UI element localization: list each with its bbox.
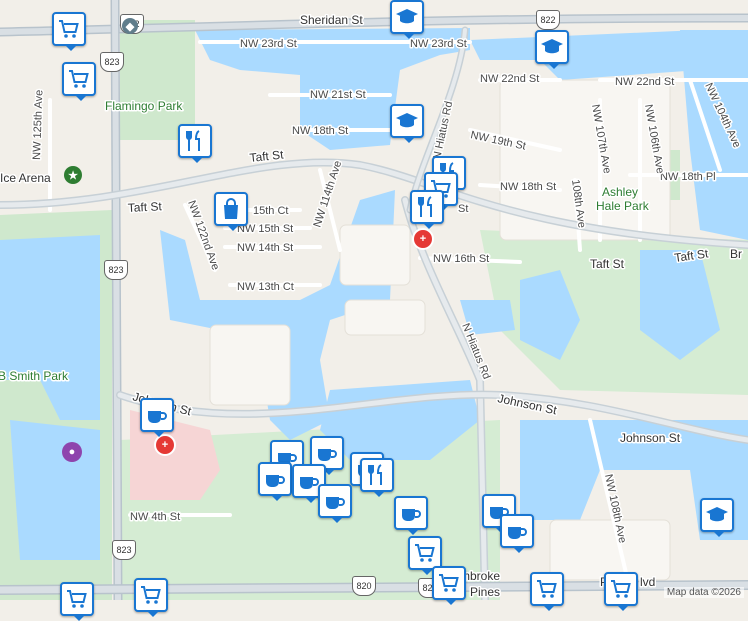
grocery-pin-3[interactable] [408, 536, 442, 575]
label-taft-right1: Taft St [590, 257, 625, 271]
label-ashley: Ashley [602, 185, 638, 199]
school-icon [706, 507, 728, 522]
coffee-icon [326, 497, 345, 509]
coffee-icon [402, 509, 421, 521]
ice-arena-marker-icon[interactable]: ★ [64, 166, 82, 184]
school-pin-2[interactable] [390, 104, 424, 143]
place-marker-icon[interactable]: ● [62, 442, 82, 462]
coffee-icon [508, 527, 527, 539]
school-pin[interactable] [535, 30, 569, 69]
label-nw23: NW 23rd St [240, 38, 297, 50]
label-nw16: NW 16th St [433, 253, 489, 265]
school-marker-icon[interactable]: ◆ [122, 18, 138, 34]
map-canvas[interactable]: Sheridan St NW 23rd St NW 23rd St NW 22n… [0, 0, 748, 600]
label-nw14: NW 14th St [237, 242, 293, 254]
label-hale-park: Hale Park [596, 199, 650, 213]
label-hiatus-st: St [458, 203, 468, 215]
label-ice-arena: Ice Arena [0, 171, 51, 185]
school-pin-3[interactable] [700, 498, 734, 537]
school-pin-top[interactable] [390, 0, 424, 39]
restaurant-icon [186, 130, 200, 151]
label-br: Br [730, 247, 742, 261]
cart-icon [141, 586, 161, 604]
grocery-pin-6[interactable] [604, 572, 638, 611]
coffee-pin-5[interactable] [318, 484, 352, 523]
restaurant-icon [368, 464, 382, 485]
label-nw18-left: NW 18th St [292, 125, 348, 137]
coffee-icon [148, 411, 167, 423]
route-shield-823-bottom: 823 [112, 540, 136, 560]
label-nw4: NW 4th St [130, 511, 180, 523]
school-icon [541, 39, 563, 54]
route-shield-823-top: 823 [100, 52, 124, 72]
hospital-marker-icon-2[interactable]: + [154, 434, 176, 456]
label-pines-bottom: Pines [470, 585, 500, 599]
cart-icon [537, 580, 557, 598]
label-blvd: lvd [640, 575, 655, 589]
label-nw22-right: NW 22nd St [615, 76, 674, 88]
grocery-pin-7[interactable] [134, 578, 168, 617]
cart-icon [67, 590, 87, 608]
label-taft-left: Taft St [127, 199, 162, 215]
grocery-pin-8[interactable] [60, 582, 94, 621]
grocery-pin-4[interactable] [432, 566, 466, 605]
cart-icon [439, 574, 459, 592]
coffee-pin-8[interactable] [500, 514, 534, 553]
restaurant-pin-2[interactable] [410, 190, 444, 229]
cart-icon [69, 70, 89, 88]
grocery-pin-2[interactable] [62, 62, 96, 101]
label-sheridan: Sheridan St [300, 13, 363, 27]
label-nw18-right: NW 18th St [500, 181, 556, 193]
label-smith-park: B Smith Park [0, 369, 69, 383]
coffee-icon [266, 475, 285, 487]
label-nw13: NW 13th Ct [237, 281, 294, 293]
school-icon [396, 113, 418, 128]
cart-icon [611, 580, 631, 598]
hospital-marker-icon[interactable]: + [412, 228, 434, 250]
label-15ct: 15th Ct [253, 205, 288, 217]
label-nw23-b: NW 23rd St [410, 38, 467, 50]
map-attribution: Map data ©2026 [663, 587, 744, 598]
restaurant-icon [418, 196, 432, 217]
grocery-pin-5[interactable] [530, 572, 564, 611]
grocery-pin[interactable] [52, 12, 86, 51]
school-icon [396, 9, 418, 24]
cart-icon [415, 544, 435, 562]
shopping-bag-pin[interactable] [214, 192, 248, 231]
route-shield-820: 820 [352, 576, 376, 596]
label-nw125: NW 125th Ave [31, 90, 45, 161]
coffee-pin-6[interactable] [394, 496, 428, 535]
coffee-pin[interactable] [140, 398, 174, 437]
shopping-bag-icon [224, 198, 238, 219]
coffee-icon [318, 449, 337, 461]
restaurant-pin[interactable] [178, 124, 212, 163]
label-nw21: NW 21st St [310, 89, 366, 101]
label-nw22-left: NW 22nd St [480, 73, 539, 85]
coffee-pin-3[interactable] [258, 462, 292, 501]
cart-icon [59, 20, 79, 38]
label-johnson-right: Johnson St [620, 431, 681, 445]
route-shield-823-mid: 823 [104, 260, 128, 280]
route-shield-822-right: 822 [536, 10, 560, 30]
restaurant-pin-3[interactable] [360, 458, 394, 497]
label-nw18pl: NW 18th Pl [660, 171, 716, 183]
label-flamingo-park: Flamingo Park [105, 99, 183, 113]
label-pines-top: mbroke [460, 569, 500, 583]
